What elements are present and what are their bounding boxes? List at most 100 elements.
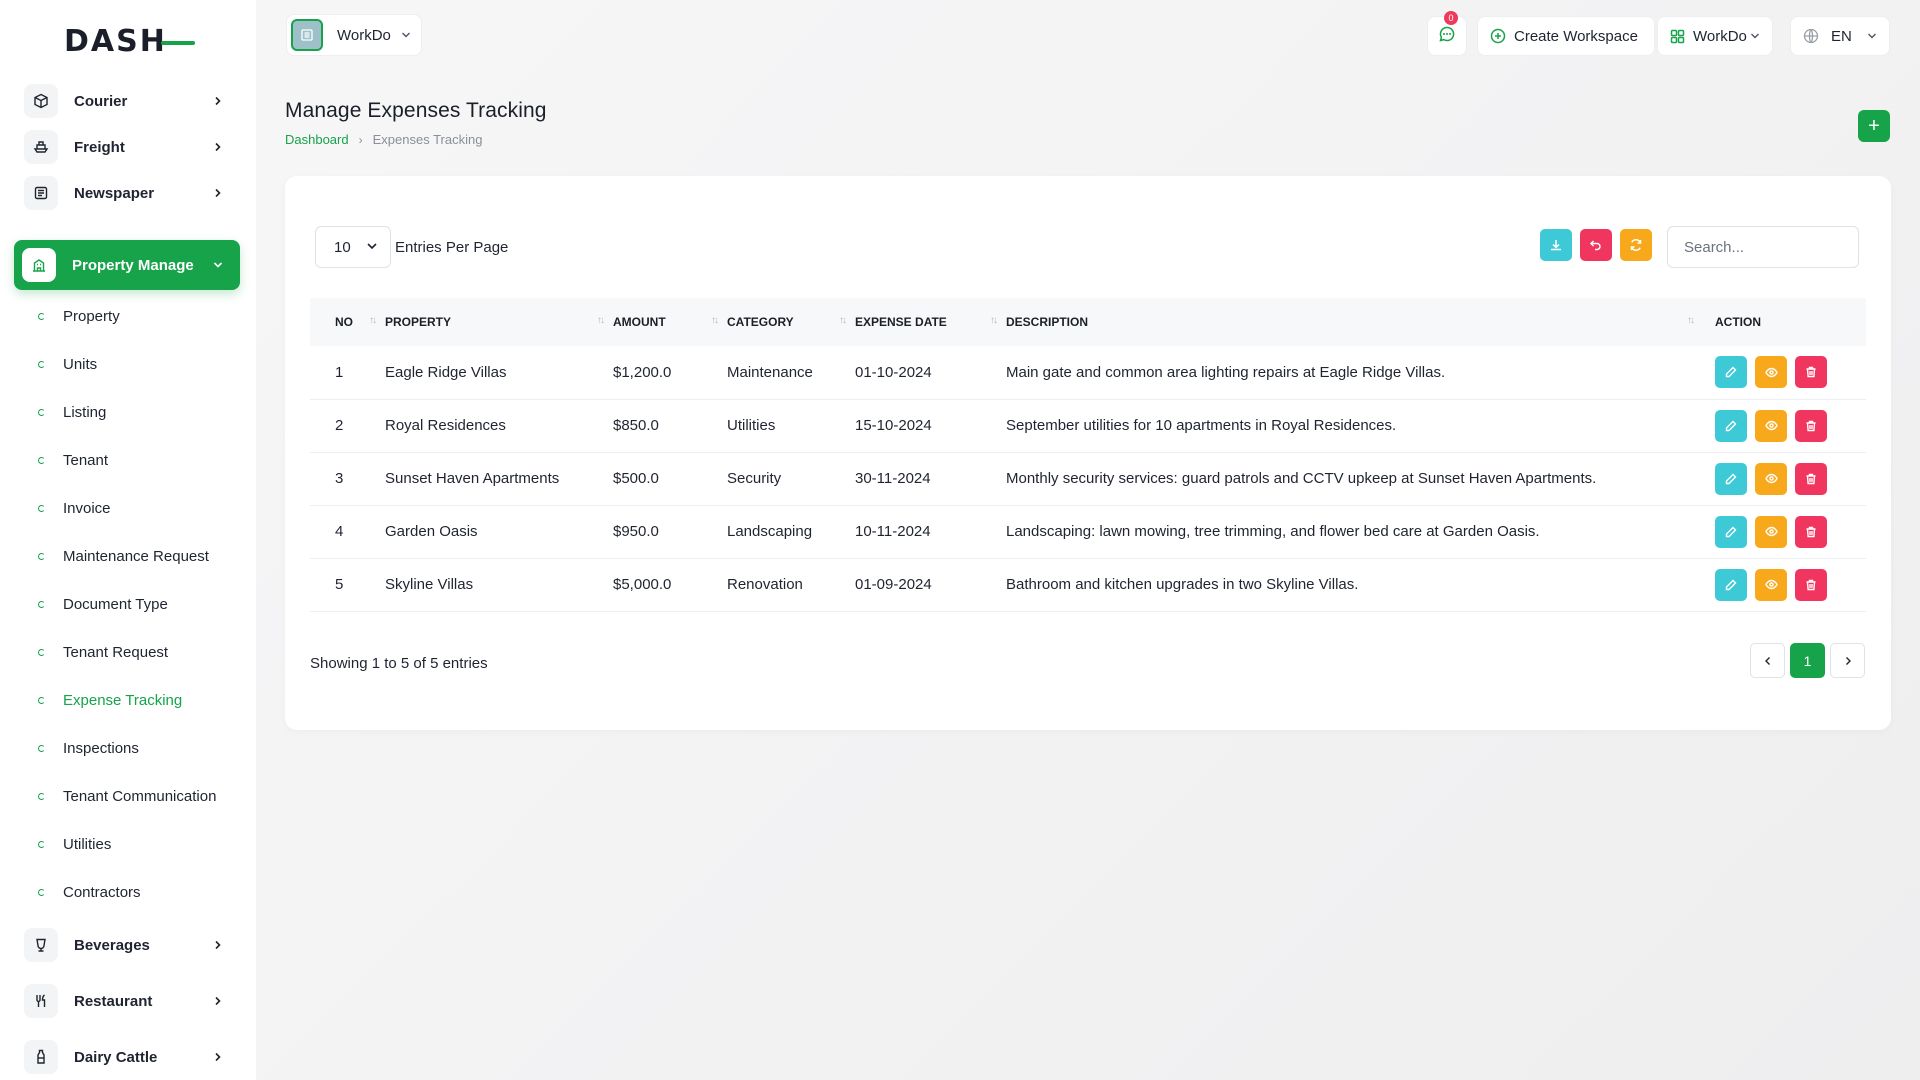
submenu-label: Inspections (63, 739, 139, 757)
edit-button[interactable] (1715, 356, 1747, 389)
column-header-amount[interactable]: AMOUNT ↑↓ (613, 298, 727, 346)
cell-category: Maintenance (727, 363, 813, 381)
submenu-label: Contractors (63, 883, 141, 901)
messages-button[interactable]: 0 (1427, 11, 1467, 56)
chevron-right-icon (210, 1049, 226, 1065)
submenu-item-maintenance-request[interactable]: Maintenance Request (38, 544, 209, 568)
submenu-item-listing[interactable]: Listing (38, 400, 106, 424)
submenu-item-contractors[interactable]: Contractors (38, 880, 141, 904)
newspaper-icon (24, 176, 58, 210)
building-icon (22, 248, 56, 282)
view-button[interactable] (1755, 515, 1787, 548)
entries-per-page-select[interactable]: 10 (315, 226, 391, 268)
refresh-button[interactable] (1620, 229, 1652, 261)
sidebar-item-property-manage[interactable]: Property Manage (14, 240, 240, 290)
plus-icon: + (1868, 114, 1880, 137)
cell-expense-date: 15-10-2024 (855, 417, 932, 434)
language-selector[interactable]: EN (1790, 16, 1890, 56)
submenu-item-tenant-request[interactable]: Tenant Request (38, 640, 168, 664)
breadcrumb: Dashboard › Expenses Tracking (285, 132, 482, 147)
chevron-left-icon (1763, 656, 1773, 666)
bullet-icon (38, 648, 45, 656)
view-button[interactable] (1755, 568, 1787, 601)
column-header-expense-date[interactable]: EXPENSE DATE ↑↓ (855, 298, 1006, 346)
cell-property: Eagle Ridge Villas (385, 363, 507, 381)
eye-icon (1764, 578, 1778, 591)
pagination-page-1[interactable]: 1 (1790, 643, 1825, 678)
column-header-action: ACTION (1715, 315, 1761, 329)
cell-no: 1 (335, 363, 344, 381)
cell-description: Monthly security services: guard patrols… (1006, 470, 1597, 487)
cell-amount: $950.0 (613, 523, 659, 540)
submenu-item-property[interactable]: Property (38, 304, 120, 328)
chevron-down-icon (1867, 31, 1877, 41)
edit-button[interactable] (1715, 462, 1747, 495)
workspace-menu[interactable]: WorkDo (1657, 16, 1773, 56)
submenu-item-invoice[interactable]: Invoice (38, 496, 111, 520)
chevron-right-icon (210, 993, 226, 1009)
delete-button[interactable] (1795, 462, 1827, 495)
view-button[interactable] (1755, 356, 1787, 389)
workspace-name: WorkDo (337, 26, 391, 44)
pagination-next-button[interactable] (1830, 643, 1865, 678)
sidebar-item-restaurant[interactable]: Restaurant (16, 976, 240, 1026)
create-workspace-button[interactable]: Create Workspace (1477, 16, 1655, 56)
cell-amount: $1,200.0 (613, 363, 672, 381)
breadcrumb-current: Expenses Tracking (372, 132, 483, 147)
submenu-item-tenant[interactable]: Tenant (38, 448, 108, 472)
column-header-category[interactable]: CATEGORY ↑↓ (727, 298, 855, 346)
submenu-item-inspections[interactable]: Inspections (38, 736, 139, 760)
submenu-item-units[interactable]: Units (38, 352, 97, 376)
delete-button[interactable] (1795, 515, 1827, 548)
sidebar-item-courier[interactable]: Courier (16, 76, 240, 126)
ship-icon (24, 130, 58, 164)
edit-button[interactable] (1715, 568, 1747, 601)
add-expense-button[interactable]: + (1858, 110, 1890, 142)
cup-icon (24, 928, 58, 962)
column-header-no[interactable]: NO ↑↓ (310, 298, 385, 346)
sidebar-item-label: Property Manage (72, 256, 194, 274)
delete-button[interactable] (1795, 409, 1827, 442)
sidebar-item-beverages[interactable]: Beverages (16, 920, 240, 970)
pencil-icon (1725, 366, 1737, 378)
delete-button[interactable] (1795, 356, 1827, 389)
eye-icon (1764, 525, 1778, 538)
column-header-property[interactable]: PROPERTY ↑↓ (385, 298, 613, 346)
plus-circle-icon (1490, 28, 1506, 44)
pencil-icon (1725, 473, 1737, 485)
submenu-item-utilities[interactable]: Utilities (38, 832, 111, 856)
pagination: 1 (1750, 643, 1865, 678)
reset-button[interactable] (1580, 229, 1612, 261)
submenu-label: Utilities (63, 835, 112, 853)
expenses-table: NO ↑↓ PROPERTY ↑↓ AMOUNT ↑↓ CATEGORY ↑↓ EXPE… (310, 298, 1866, 612)
cell-actions (1703, 346, 1866, 399)
delete-button[interactable] (1795, 568, 1827, 601)
undo-icon (1589, 238, 1603, 252)
column-header-description[interactable]: DESCRIPTION ↑↓ (1006, 298, 1703, 346)
submenu-label: Tenant Communication (63, 787, 217, 805)
submenu-label: Tenant Request (63, 643, 169, 661)
submenu-item-document-type[interactable]: Document Type (38, 592, 168, 616)
trash-icon (1805, 366, 1817, 378)
sidebar-item-dairy-cattle[interactable]: Dairy Cattle (16, 1032, 240, 1080)
refresh-icon (1629, 238, 1643, 252)
logo-accent-bar (160, 41, 195, 45)
pagination-prev-button[interactable] (1750, 643, 1785, 678)
sidebar-item-newspaper[interactable]: Newspaper (16, 168, 240, 218)
trash-icon (1805, 526, 1817, 538)
brand-logo[interactable]: DASH (64, 24, 195, 59)
view-button[interactable] (1755, 462, 1787, 495)
breadcrumb-dashboard-link[interactable]: Dashboard (285, 132, 349, 147)
submenu-item-expense-tracking[interactable]: Expense Tracking (38, 688, 182, 712)
workspace-building-icon (291, 19, 323, 51)
submenu-item-tenant-communication[interactable]: Tenant Communication (38, 784, 216, 808)
pencil-icon (1725, 579, 1737, 591)
edit-button[interactable] (1715, 409, 1747, 442)
export-button[interactable] (1540, 229, 1572, 261)
sidebar-item-freight[interactable]: Freight (16, 122, 240, 172)
search-input[interactable] (1667, 226, 1859, 268)
workspace-switcher[interactable]: WorkDo (286, 14, 422, 56)
edit-button[interactable] (1715, 515, 1747, 548)
sidebar-item-label: Restaurant (74, 992, 153, 1010)
view-button[interactable] (1755, 409, 1787, 442)
